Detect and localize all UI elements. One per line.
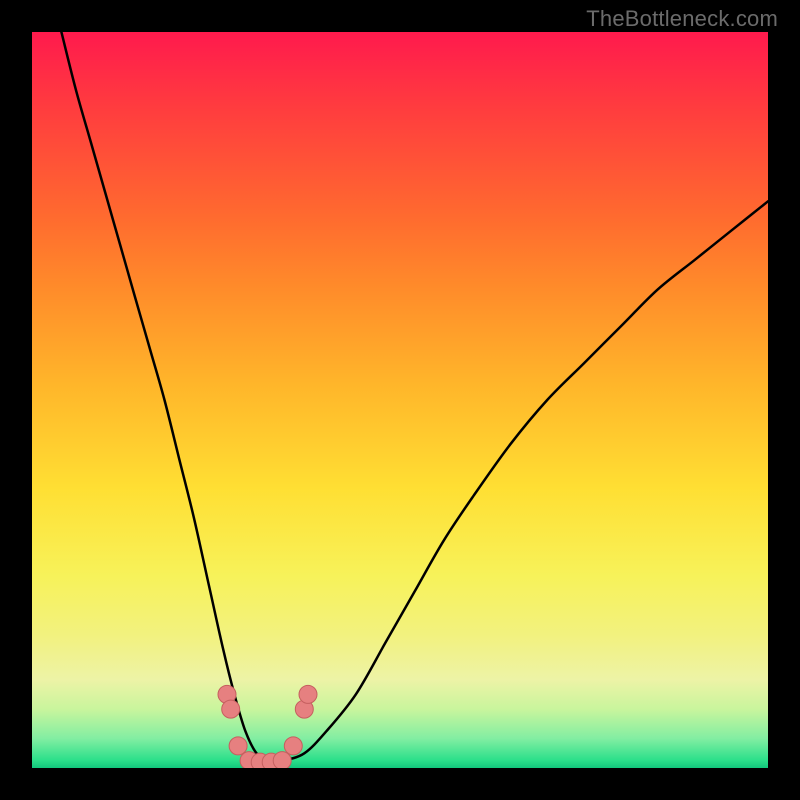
chart-overlay: [32, 32, 768, 768]
chart-frame: TheBottleneck.com: [0, 0, 800, 800]
curve-marker: [222, 700, 240, 718]
curve-marker: [229, 737, 247, 755]
watermark-text: TheBottleneck.com: [586, 6, 778, 32]
bottleneck-curve: [61, 32, 768, 762]
curve-marker: [284, 737, 302, 755]
plot-area: [32, 32, 768, 768]
curve-marker: [299, 685, 317, 703]
